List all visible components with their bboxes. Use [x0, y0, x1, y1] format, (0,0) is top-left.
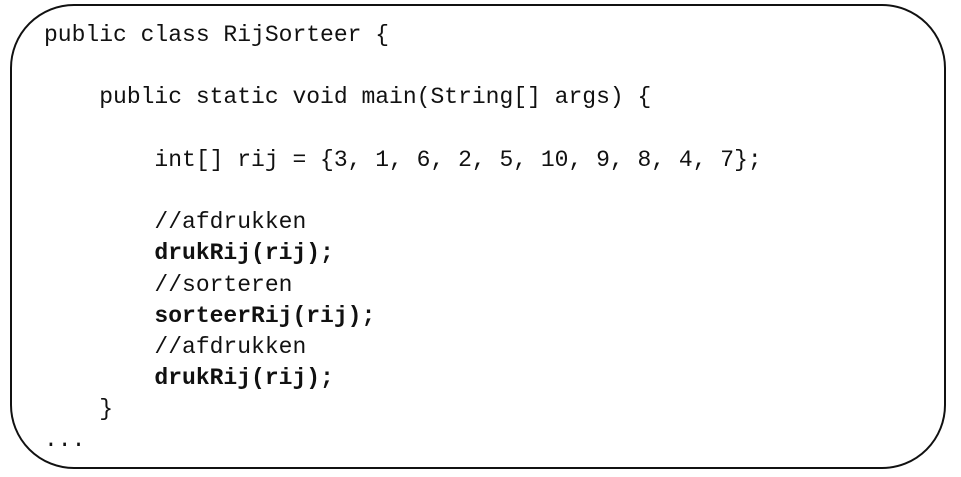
code-line-class-declaration: public class RijSorteer { — [44, 22, 390, 48]
code-line-array-declaration: int[] rij = {3, 1, 6, 2, 5, 10, 9, 8, 4,… — [44, 146, 762, 173]
code-comment-print: //afdrukken — [44, 333, 307, 360]
code-block: public class RijSorteer { public static … — [44, 20, 762, 457]
code-line-ellipsis: ... — [44, 427, 86, 454]
code-call-print-array: drukRij(rij); — [44, 365, 334, 392]
code-call-print-array: drukRij(rij); — [44, 240, 334, 267]
code-comment-sort: //sorteren — [44, 271, 293, 298]
code-line-method-close: } — [44, 396, 114, 423]
code-comment-print: //afdrukken — [44, 209, 307, 236]
code-call-sort-array: sorteerRij(rij); — [44, 302, 376, 329]
code-line-main-method: public static void main(String[] args) { — [44, 84, 652, 111]
